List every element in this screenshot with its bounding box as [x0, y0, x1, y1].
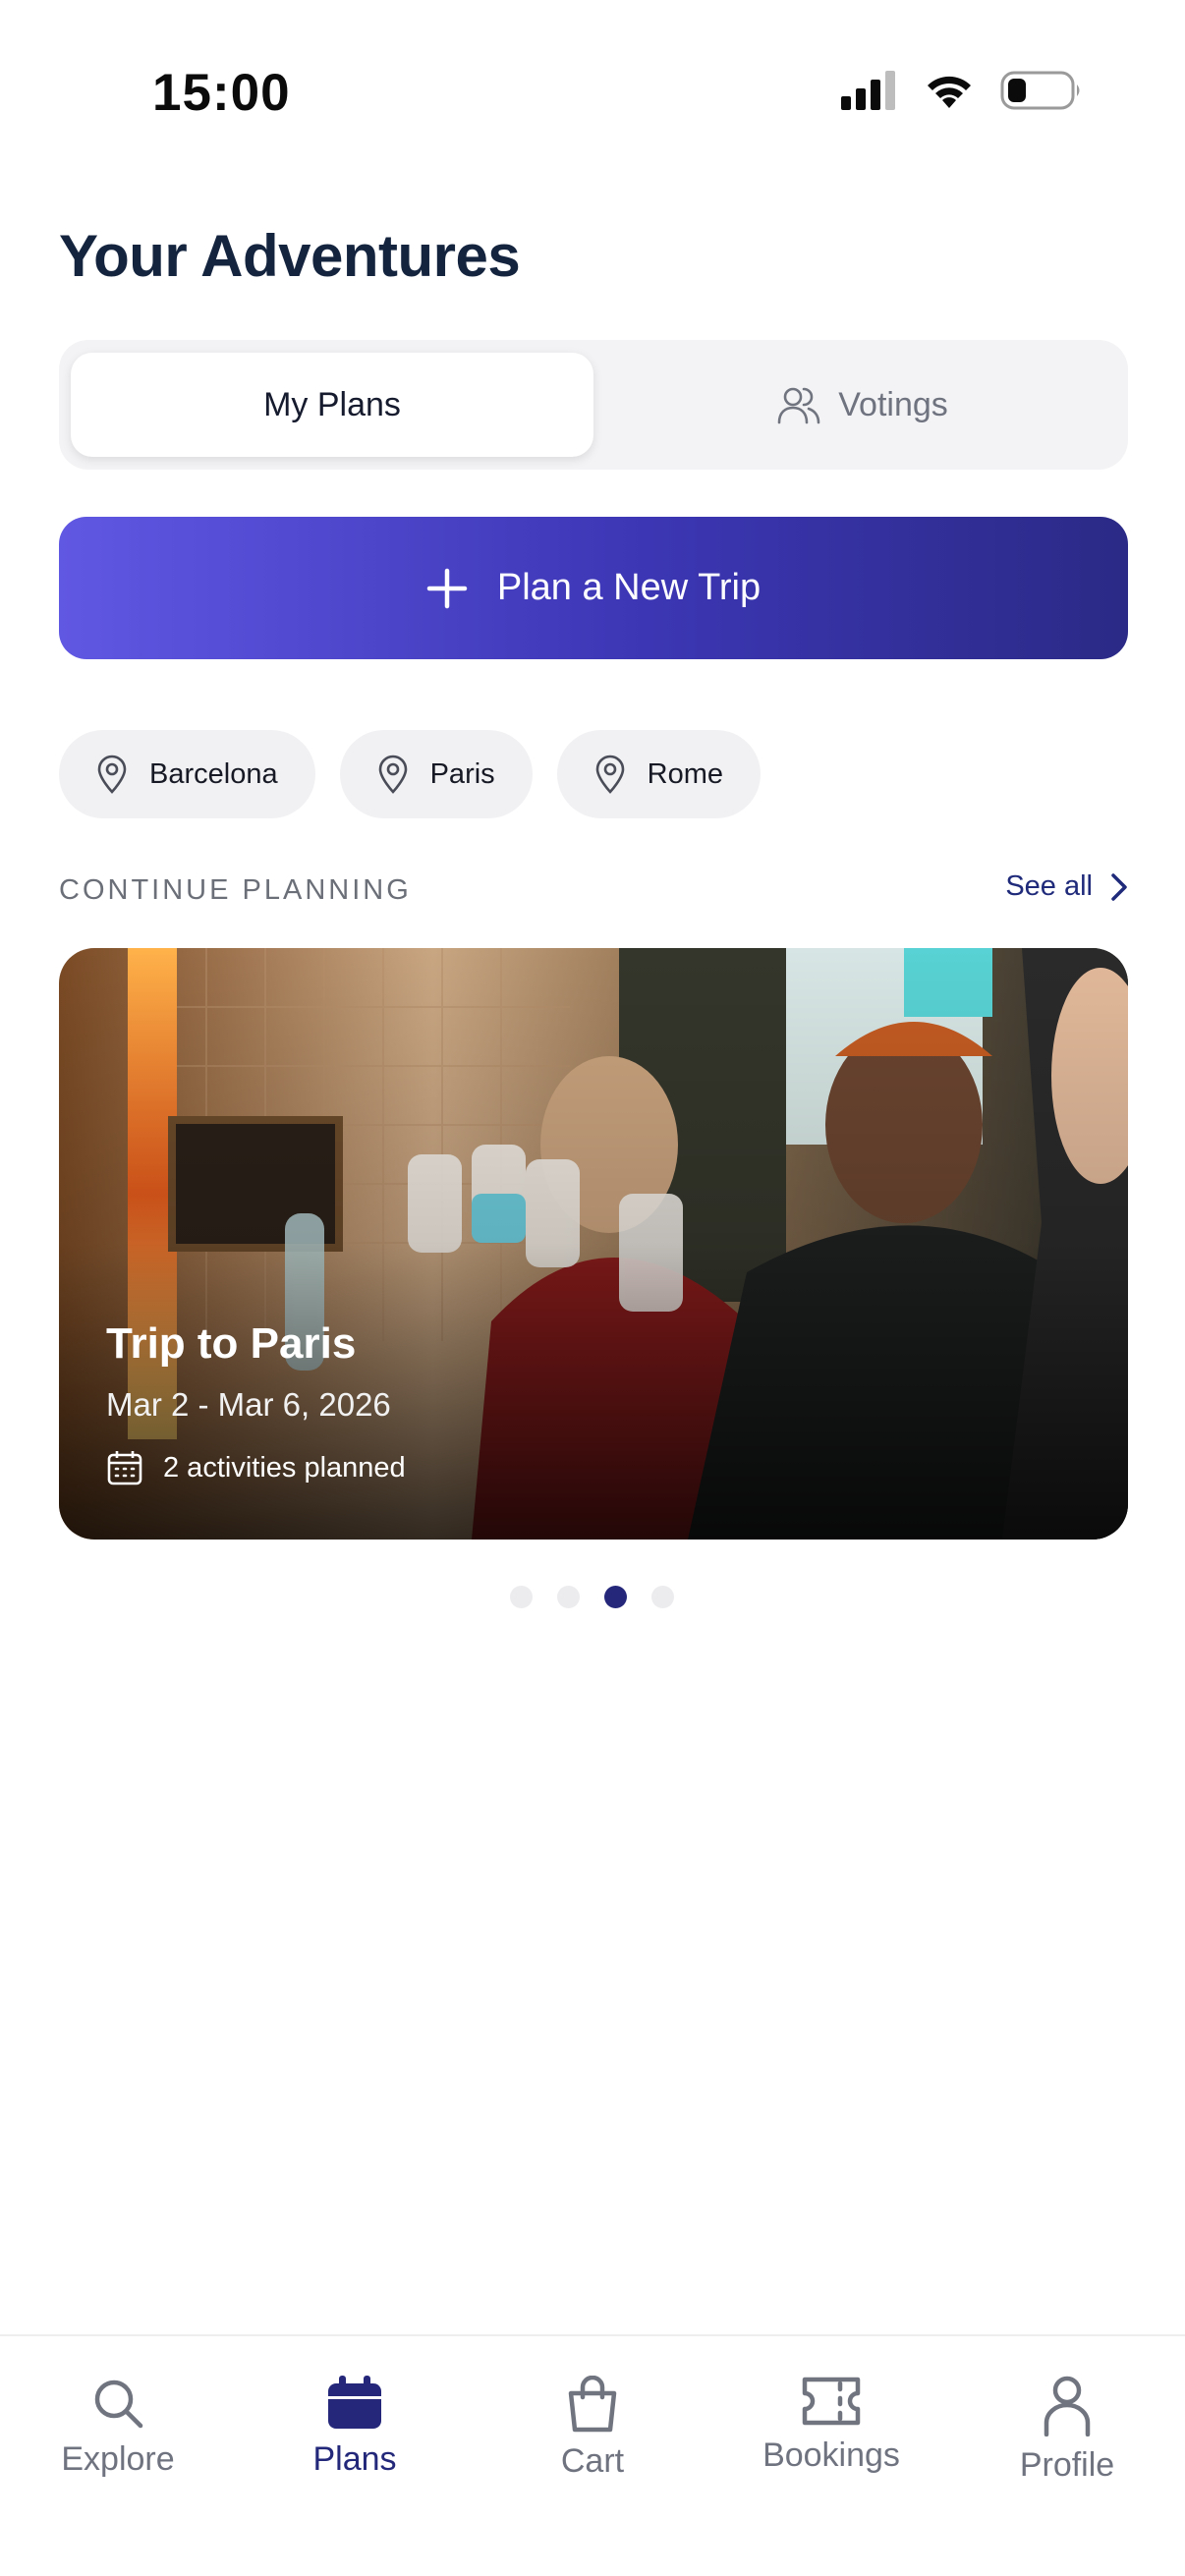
- bottom-nav: Explore Plans Cart Bookings Profile: [0, 2334, 1185, 2576]
- nav-label: Plans: [312, 2440, 397, 2478]
- plans-screen: 15:00 Your Adventures My Plans Votings P…: [0, 0, 1185, 2576]
- nav-profile[interactable]: Profile: [959, 2376, 1175, 2485]
- nav-plans[interactable]: Plans: [247, 2376, 463, 2479]
- city-chips: Barcelona Paris Rome: [59, 730, 762, 818]
- nav-label: Explore: [61, 2440, 175, 2478]
- chip-paris[interactable]: Paris: [339, 730, 533, 818]
- plan-new-trip-label: Plan a New Trip: [496, 567, 762, 608]
- pager-dot[interactable]: [510, 1586, 533, 1608]
- trip-card[interactable]: Trip to Paris Mar 2 - Mar 6, 2026 2 acti…: [59, 948, 1128, 1540]
- trip-title: Trip to Paris: [106, 1319, 357, 1368]
- chip-label: Paris: [429, 757, 495, 790]
- chip-barcelona[interactable]: Barcelona: [59, 730, 315, 818]
- map-pin-icon: [97, 755, 127, 794]
- wifi-icon: [928, 76, 971, 108]
- calendar-icon: [107, 1451, 142, 1485]
- chip-label: Rome: [647, 757, 724, 790]
- tab-votings-label: Votings: [838, 385, 948, 423]
- map-pin-icon: [378, 755, 407, 794]
- tab-my-plans[interactable]: My Plans: [71, 353, 593, 457]
- page-title: Your Adventures: [59, 223, 521, 289]
- trip-dates: Mar 2 - Mar 6, 2026: [106, 1386, 391, 1423]
- shopping-bag-icon: [568, 2376, 617, 2433]
- segmented-control: My Plans Votings: [59, 340, 1128, 470]
- see-all-label: See all: [1005, 870, 1093, 902]
- user-icon: [1044, 2376, 1091, 2436]
- nav-explore[interactable]: Explore: [10, 2376, 226, 2479]
- chip-label: Barcelona: [149, 757, 278, 790]
- tab-votings[interactable]: Votings: [609, 353, 1116, 457]
- see-all-link[interactable]: See all: [1005, 870, 1128, 903]
- pager-dot[interactable]: [557, 1586, 580, 1608]
- section-label: CONTINUE PLANNING: [59, 874, 412, 906]
- nav-label: Profile: [1019, 2446, 1115, 2484]
- signal-icon: [841, 71, 895, 110]
- chevron-right-icon: [1111, 872, 1127, 901]
- nav-label: Bookings: [762, 2436, 900, 2474]
- plan-new-trip-button[interactable]: Plan a New Trip: [59, 517, 1128, 659]
- map-pin-icon: [595, 755, 624, 794]
- pager-dot-active[interactable]: [604, 1586, 627, 1608]
- carousel-pager: [510, 1586, 674, 1608]
- people-icon: [777, 387, 820, 424]
- chip-rome[interactable]: Rome: [556, 730, 762, 818]
- battery-icon: [1000, 71, 1080, 110]
- trip-activities-label: 2 activities planned: [163, 1451, 406, 1484]
- status-icons: [841, 71, 1083, 110]
- calendar-icon: [328, 2376, 381, 2429]
- status-time: 15:00: [152, 64, 291, 122]
- pager-dot[interactable]: [651, 1586, 674, 1608]
- ticket-icon: [802, 2377, 861, 2426]
- nav-cart[interactable]: Cart: [484, 2376, 701, 2481]
- trip-activities: 2 activities planned: [106, 1449, 406, 1486]
- tab-my-plans-label: My Plans: [263, 385, 401, 423]
- plus-icon: [426, 568, 468, 608]
- nav-bookings[interactable]: Bookings: [723, 2376, 939, 2475]
- search-icon: [94, 2380, 143, 2429]
- nav-label: Cart: [560, 2442, 625, 2480]
